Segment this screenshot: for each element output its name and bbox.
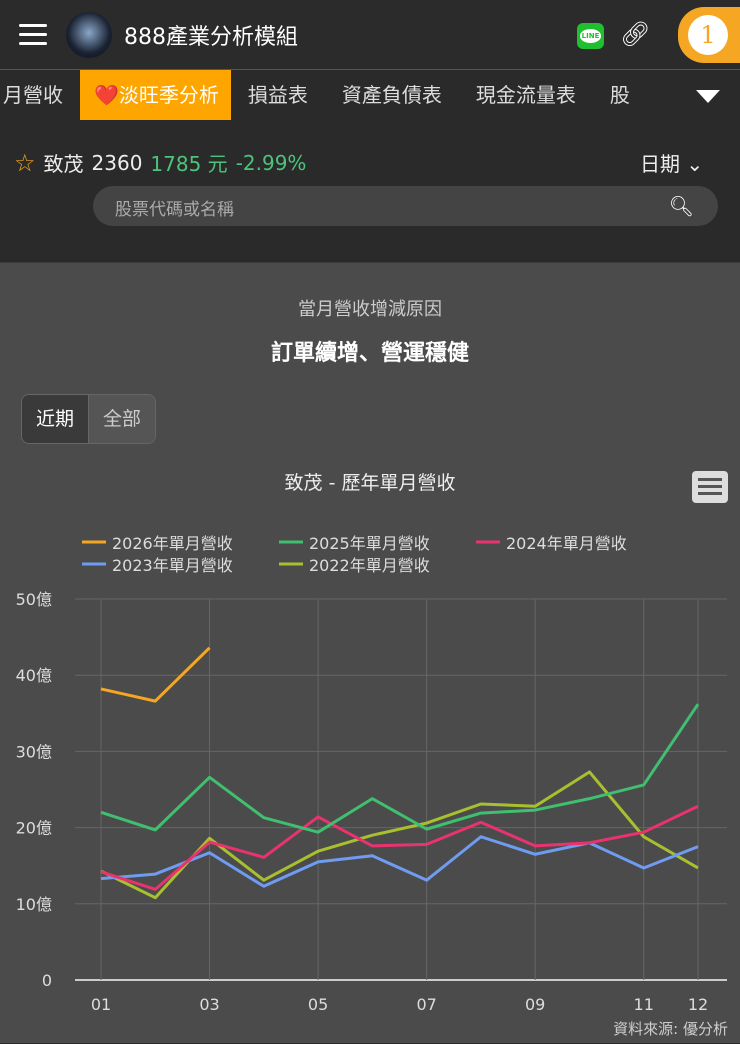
y-tick-label: 40億: [16, 666, 52, 685]
series-line: [100, 703, 700, 834]
y-tick-label: 20億: [16, 819, 52, 838]
y-tick-label: 30億: [16, 742, 52, 761]
stock-info: ☆ 致茂 2360 1785 元 -2.99%: [14, 148, 306, 177]
stock-name: 致茂: [43, 152, 84, 176]
tabs-dropdown-icon[interactable]: [696, 90, 720, 103]
date-dropdown[interactable]: 日期 ⌄: [640, 148, 703, 177]
y-tick-label: 10億: [16, 895, 52, 914]
y-tick-label: 0: [42, 971, 52, 990]
tab-balance-sheet[interactable]: 資產負債表: [325, 70, 459, 120]
data-source: 資料來源: 優分析: [613, 1020, 728, 1038]
line-icon[interactable]: LINE: [577, 23, 604, 49]
stock-code: 2360: [91, 150, 143, 175]
x-tick-label: 11: [634, 995, 654, 1014]
x-tick-label: 12: [688, 995, 708, 1014]
series-line: [100, 646, 211, 703]
legend-item: 2023年單月營收: [112, 556, 233, 575]
app-title: 888產業分析模組: [124, 24, 298, 50]
legend-item: 2026年單月營收: [112, 534, 233, 553]
revenue-chart: 0 10億 20億 30億 40億 50億 01 03 05 07 09 11 12 2026年單月營收 2…: [16, 534, 727, 1014]
tab-seasonal-analysis[interactable]: ❤️淡旺季分析: [80, 70, 231, 120]
legend-item: 2022年單月營收: [309, 556, 430, 575]
legend-item: 2025年單月營收: [309, 534, 430, 553]
tab-monthly-revenue[interactable]: 月營收: [0, 70, 80, 120]
tab-bar: 月營收 ❤️淡旺季分析 損益表 資產負債表 現金流量表 股: [0, 70, 740, 120]
notification-badge[interactable]: 1: [678, 7, 740, 63]
legend-item: 2024年單月營收: [506, 534, 627, 553]
search-icon[interactable]: 🔍︎: [669, 194, 694, 218]
line-label: LINE: [579, 29, 602, 43]
x-tick-label: 09: [525, 995, 545, 1014]
hamburger-menu-icon[interactable]: [19, 24, 47, 45]
y-tick-label: 50億: [16, 590, 52, 609]
x-tick-label: 05: [308, 995, 328, 1014]
search-input[interactable]: 股票代碼或名稱 🔍︎: [93, 186, 718, 226]
logo-avatar: [66, 11, 112, 58]
tab-cash-flow[interactable]: 現金流量表: [459, 70, 593, 120]
x-tick-label: 07: [416, 995, 436, 1014]
badge-count: 1: [688, 15, 728, 55]
x-tick-label: 01: [91, 995, 111, 1014]
top-bar: 888產業分析模組 LINE 🔗︎ 1: [0, 0, 740, 70]
stock-change: -2.99%: [235, 150, 307, 175]
date-label: 日期: [640, 152, 680, 176]
stock-price: 1785 元: [150, 152, 228, 176]
chevron-down-icon: ⌄: [686, 152, 704, 176]
search-placeholder: 股票代碼或名稱: [115, 200, 234, 220]
main-panel: 當月營收增減原因 訂單續增、營運穩健 近期 全部 致茂 - 歷年單月營收 0 10…: [0, 262, 740, 1043]
series-line: [100, 770, 699, 900]
star-icon[interactable]: ☆: [14, 149, 36, 177]
x-tick-label: 03: [199, 995, 219, 1014]
tab-income-statement[interactable]: 損益表: [231, 70, 325, 120]
tab-more[interactable]: 股: [593, 70, 647, 120]
link-icon[interactable]: 🔗︎: [620, 20, 650, 48]
series-line: [100, 804, 699, 891]
